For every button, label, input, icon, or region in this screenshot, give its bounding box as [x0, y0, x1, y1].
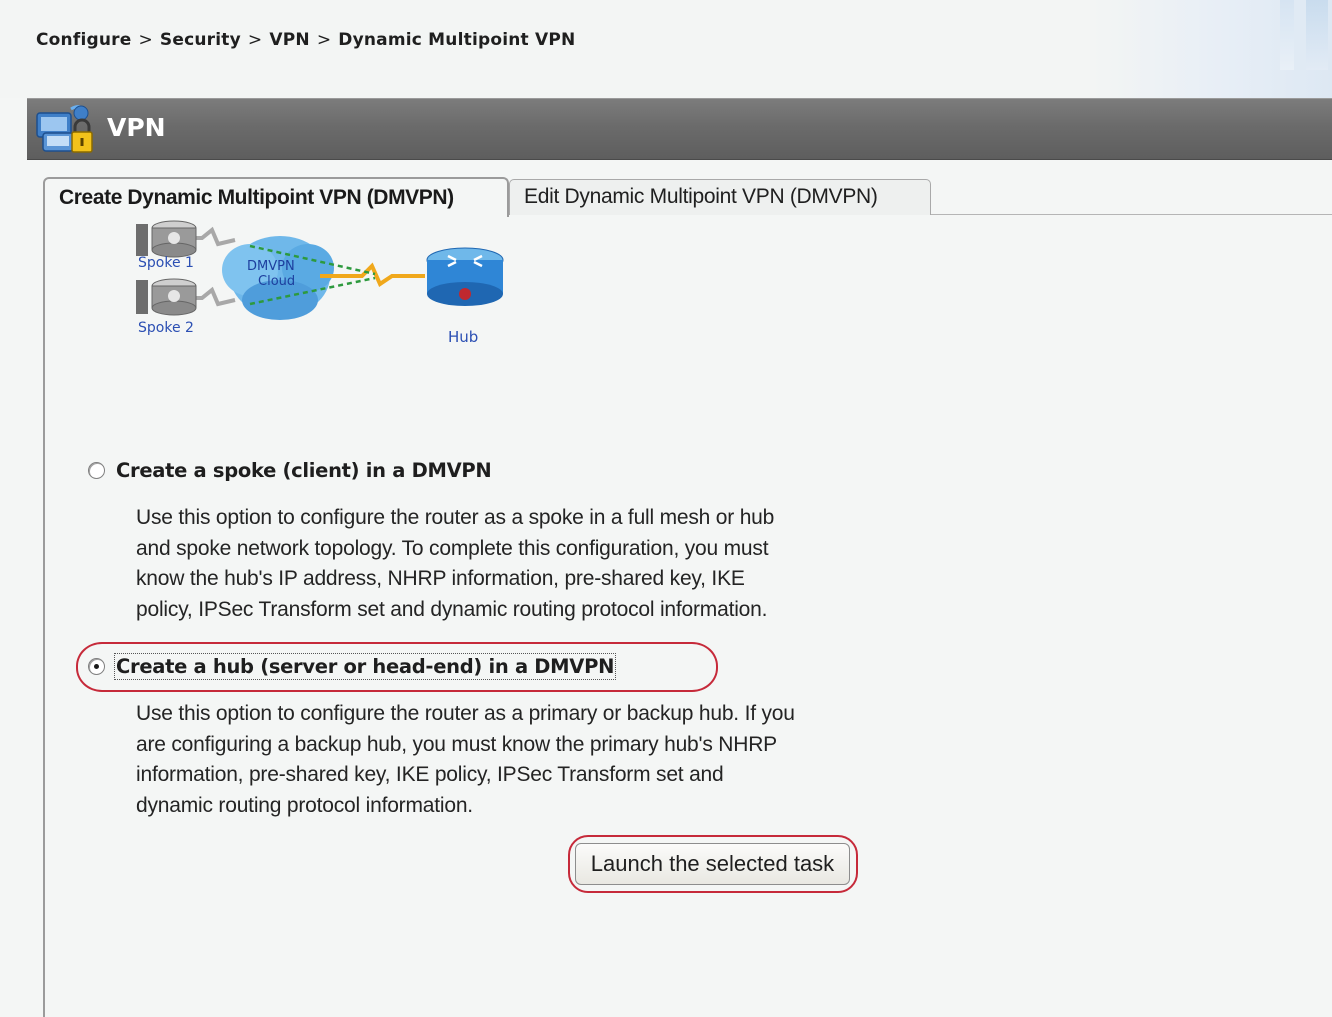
breadcrumb-security[interactable]: Security	[160, 30, 241, 50]
vpn-lock-icon	[36, 105, 93, 153]
spoke1-label: Spoke 1	[138, 255, 194, 271]
breadcrumb-dmvpn[interactable]: Dynamic Multipoint VPN	[338, 30, 575, 50]
hub-description-line: information, pre-shared key, IKE policy,…	[136, 763, 724, 786]
hub-router-icon	[426, 247, 504, 306]
spoke-description-line: Use this option to configure the router …	[136, 506, 775, 529]
spoke-description-line: know the hub's IP address, NHRP informat…	[136, 567, 745, 590]
breadcrumb: Configure > Security > VPN > Dynamic Multipoin…	[36, 30, 575, 50]
dmvpn-topology-diagram: Spoke 1 Spoke 2 DMVPN Cloud Hub	[136, 220, 504, 346]
spoke2-router-icon	[136, 278, 197, 316]
launch-task-button[interactable]: Launch the selected task	[575, 843, 850, 885]
hub-link	[320, 262, 425, 287]
tab-edit-dmvpn[interactable]: Edit Dynamic Multipoint VPN (DMVPN)	[509, 179, 931, 215]
breadcrumb-configure[interactable]: Configure	[36, 30, 131, 50]
breadcrumb-vpn[interactable]: VPN	[269, 30, 309, 50]
breadcrumb-separator: >	[316, 30, 332, 50]
banner-stripe	[1306, 0, 1328, 70]
hub-description: Use this option to configure the router …	[136, 699, 795, 821]
spoke1-router-icon	[136, 220, 197, 258]
section-header: VPN	[27, 98, 1332, 160]
hub-description-line: Use this option to configure the router …	[136, 702, 795, 725]
hub-radio[interactable]	[88, 658, 105, 675]
hub-option-label[interactable]: Create a hub (server or head-end) in a D…	[113, 653, 617, 680]
section-title: VPN	[107, 113, 166, 142]
spoke-description-line: policy, IPSec Transform set and dynamic …	[136, 597, 768, 621]
spoke-option-label[interactable]: Create a spoke (client) in a DMVPN	[116, 459, 492, 482]
option-hub[interactable]: Create a hub (server or head-end) in a D…	[88, 653, 617, 680]
tab-create-dmvpn[interactable]: Create Dynamic Multipoint VPN (DMVPN)	[43, 177, 509, 217]
hub-label: Hub	[448, 328, 478, 346]
spoke-radio[interactable]	[88, 462, 105, 479]
breadcrumb-separator: >	[247, 30, 263, 50]
spoke-description: Use this option to configure the router …	[136, 503, 774, 625]
spoke2-label: Spoke 2	[138, 320, 194, 336]
banner-stripe	[1280, 0, 1294, 70]
cloud-label-line1: DMVPN	[247, 259, 295, 274]
hub-description-line: are configuring a backup hub, you must k…	[136, 732, 777, 756]
breadcrumb-separator: >	[138, 30, 153, 50]
spoke-description-line: and spoke network topology. To complete …	[136, 536, 769, 560]
option-spoke[interactable]: Create a spoke (client) in a DMVPN	[88, 459, 492, 482]
hub-description-line: dynamic routing protocol information.	[136, 793, 473, 817]
cloud-label-line2: Cloud	[258, 274, 295, 289]
